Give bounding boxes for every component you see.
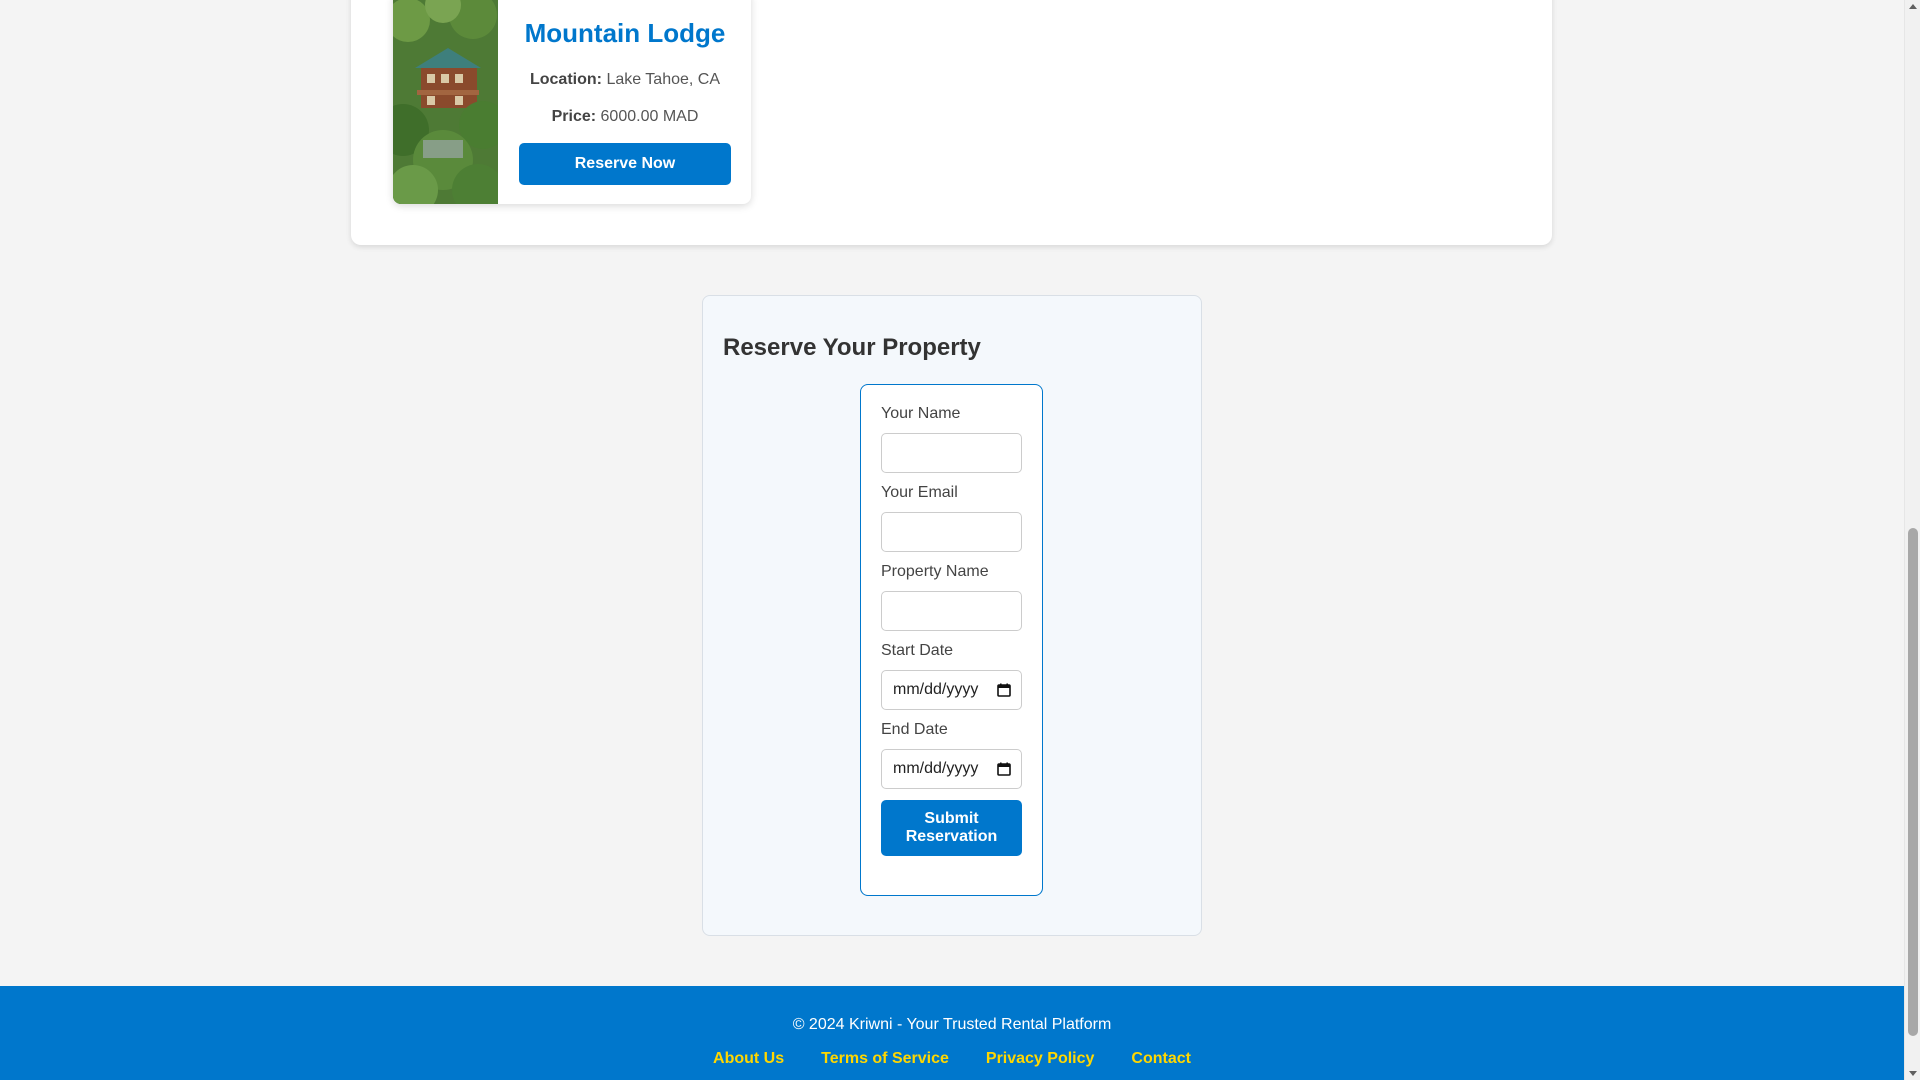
submit-label-line1: Submit [924,810,979,827]
submit-label-line2: Reservation [905,828,998,845]
start-date-placeholder: mm/dd/yyyy [893,681,979,698]
reservation-form: Your Name Your Email Property Name Start… [860,384,1043,896]
price-value: 6000.00 MAD [600,108,699,125]
scroll-up-arrow-icon[interactable] [1909,4,1917,9]
property-price: Price: 6000.00 MAD [519,108,731,126]
submit-reservation-button[interactable]: Submit Reservation [881,800,1022,856]
start-date-input[interactable]: mm/dd/yyyy [881,670,1022,710]
page: Mountain Lodge Location: Lake Tahoe, CA … [0,0,1904,1080]
reservation-section: Reserve Your Property Your Name Your Ema… [702,295,1202,936]
reserve-now-button[interactable]: Reserve Now [519,143,731,185]
property-info: Mountain Lodge Location: Lake Tahoe, CA … [498,0,751,204]
name-label: Your Name [881,405,961,422]
end-date-placeholder: mm/dd/yyyy [893,760,979,777]
start-date-label: Start Date [881,642,954,659]
reservation-heading: Reserve Your Property [723,334,981,361]
footer-links: About Us Terms of Service Privacy Policy… [0,1050,1904,1068]
calendar-icon[interactable] [997,762,1011,776]
property-name-input[interactable] [881,591,1022,631]
footer-copyright: © 2024 Kriwni - Your Trusted Rental Plat… [792,1016,1112,1033]
property-card: Mountain Lodge Location: Lake Tahoe, CA … [393,0,751,204]
location-label: Location: [529,71,602,88]
scroll-down-arrow-icon[interactable] [1909,1071,1917,1076]
footer-link-about[interactable]: About Us [713,1050,784,1068]
location-value: Lake Tahoe, CA [606,71,720,88]
email-input[interactable] [881,512,1022,552]
name-input[interactable] [881,433,1022,473]
scroll-thumb[interactable] [1908,528,1918,1036]
end-date-label: End Date [881,721,948,738]
email-label: Your Email [881,484,958,501]
end-date-input[interactable]: mm/dd/yyyy [881,749,1022,789]
calendar-icon[interactable] [997,683,1011,697]
property-location: Location: Lake Tahoe, CA [519,71,731,89]
footer-link-terms[interactable]: Terms of Service [821,1050,949,1068]
price-label: Price: [551,108,597,125]
property-title: Mountain Lodge [524,18,726,48]
footer-link-contact[interactable]: Contact [1131,1050,1191,1068]
property-name-label: Property Name [881,563,989,580]
property-photo [393,0,498,204]
footer-link-privacy[interactable]: Privacy Policy [986,1050,1095,1068]
footer: © 2024 Kriwni - Your Trusted Rental Plat… [0,986,1904,1080]
vertical-scrollbar[interactable] [1904,0,1920,1080]
